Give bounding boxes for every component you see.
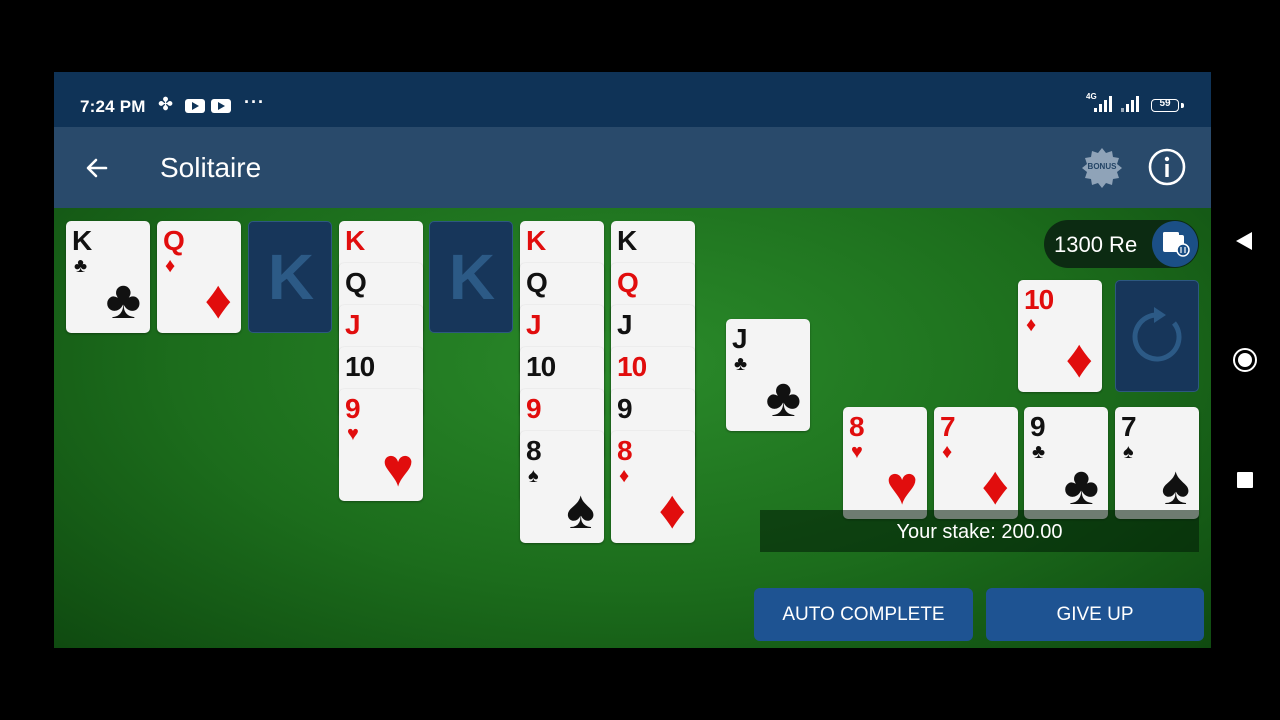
app-bar: Solitaire BONUS	[54, 127, 1211, 208]
empty-king-slot[interactable]: K	[429, 221, 513, 333]
youtube-icon	[211, 99, 231, 113]
card-rank: 8	[617, 435, 633, 466]
card-suit-large: ♦	[1065, 329, 1093, 389]
foundation-card[interactable]: K ♣ ♣	[66, 221, 150, 333]
card-suit-large: ♦	[981, 456, 1009, 516]
waste-card[interactable]: 10 ♦ ♦	[1018, 280, 1102, 392]
balance-amount: 1300 Re	[1054, 232, 1138, 257]
card-suit: ♠	[1123, 441, 1134, 463]
card-rank: 7	[940, 411, 956, 442]
card-suit-large: ♣	[1063, 456, 1099, 516]
card-rank: J	[732, 323, 748, 354]
card-suit: ♦	[619, 465, 630, 487]
foundation-card[interactable]: 9 ♣ ♣	[1024, 407, 1108, 519]
card-suit: ♥	[851, 441, 863, 463]
card-suit: ♣	[1032, 441, 1046, 463]
card-suit-large: ♥	[885, 456, 918, 516]
card-suit-large: ♠	[1161, 456, 1190, 516]
back-arrow-icon[interactable]	[82, 153, 112, 183]
card-suit: ♣	[74, 255, 88, 277]
auto-complete-button[interactable]: AUTO COMPLETE	[754, 588, 973, 641]
card-rank: J	[526, 309, 542, 340]
nav-back-icon[interactable]	[1236, 232, 1252, 250]
card-rank: K	[526, 225, 546, 256]
card-rank: Q	[345, 267, 367, 298]
tableau-card[interactable]: 8 ♠ ♠	[520, 431, 604, 543]
card-suit: ♦	[1026, 314, 1037, 336]
card-rank: 9	[617, 393, 633, 424]
card-rank: Q	[526, 267, 548, 298]
slot-label: K	[448, 241, 496, 313]
tableau-card[interactable]: 9 ♥ ♥	[339, 389, 423, 501]
empty-king-slot[interactable]: K	[248, 221, 332, 333]
card-suit-large: ♣	[765, 368, 801, 428]
card-suit: ♠	[528, 465, 539, 487]
card-suit: ♣	[734, 353, 748, 375]
card-suit-large: ♥	[381, 438, 414, 498]
card-suit: ♦	[165, 255, 176, 277]
card-suit-large: ♣	[105, 270, 141, 330]
card-rank: 10	[617, 351, 647, 382]
card-rank: Q	[617, 267, 639, 298]
card-rank: 10	[345, 351, 375, 382]
wallet-button[interactable]	[1152, 221, 1198, 267]
card-rank: 9	[1030, 411, 1046, 442]
slot-label: K	[267, 241, 315, 313]
card-suit-large: ♠	[566, 480, 595, 540]
youtube-icon	[185, 99, 205, 113]
signal-icon	[1094, 96, 1114, 112]
card-rank: Q	[163, 225, 185, 256]
redeal-icon	[1132, 307, 1182, 362]
status-bar: 7:24 PM ✤ ··· 4G 59	[54, 72, 1211, 127]
card-rank: 10	[526, 351, 556, 382]
foundation-card[interactable]: 8 ♥ ♥	[843, 407, 927, 519]
card-suit: ♦	[942, 441, 953, 463]
bonus-label: BONUS	[1087, 162, 1117, 171]
info-icon[interactable]	[1147, 147, 1187, 187]
more-notifications-icon: ···	[244, 92, 265, 112]
foundation-card[interactable]: 7 ♠ ♠	[1115, 407, 1199, 519]
tableau-card[interactable]: 8 ♦ ♦	[611, 431, 695, 543]
card-rank: 8	[849, 411, 865, 442]
tableau-card[interactable]: J ♣ ♣	[726, 319, 810, 431]
stock-redeal-pile[interactable]	[1115, 280, 1199, 392]
foundation-card[interactable]: Q ♦ ♦	[157, 221, 241, 333]
fan-icon: ✤	[158, 94, 174, 114]
battery-level: 59	[1159, 98, 1171, 109]
card-rank: 9	[345, 393, 361, 424]
phone-screen: 7:24 PM ✤ ··· 4G 59 Solitaire BONUS K ♣ …	[54, 72, 1211, 648]
battery-tip	[1181, 103, 1184, 108]
stake-text: Your stake: 200.00	[896, 521, 1063, 543]
card-suit: ♥	[347, 423, 359, 445]
card-suit-large: ♦	[658, 480, 686, 540]
wallet-icon	[1163, 232, 1190, 257]
card-rank: K	[617, 225, 637, 256]
give-up-button[interactable]: GIVE UP	[986, 588, 1204, 641]
card-rank: 7	[1121, 411, 1137, 442]
card-rank: 10	[1024, 284, 1054, 315]
nav-home-icon[interactable]	[1233, 348, 1257, 372]
card-rank: K	[345, 225, 365, 256]
signal-icon	[1121, 96, 1141, 112]
page-title: Solitaire	[160, 152, 262, 183]
card-rank: 9	[526, 393, 542, 424]
card-rank: K	[72, 225, 92, 256]
card-suit-large: ♦	[204, 270, 232, 330]
status-time: 7:24 PM	[80, 97, 146, 116]
card-rank: 8	[526, 435, 542, 466]
nav-recents-icon[interactable]	[1237, 472, 1253, 488]
card-rank: J	[617, 309, 633, 340]
foundation-card[interactable]: 7 ♦ ♦	[934, 407, 1018, 519]
card-rank: J	[345, 309, 361, 340]
